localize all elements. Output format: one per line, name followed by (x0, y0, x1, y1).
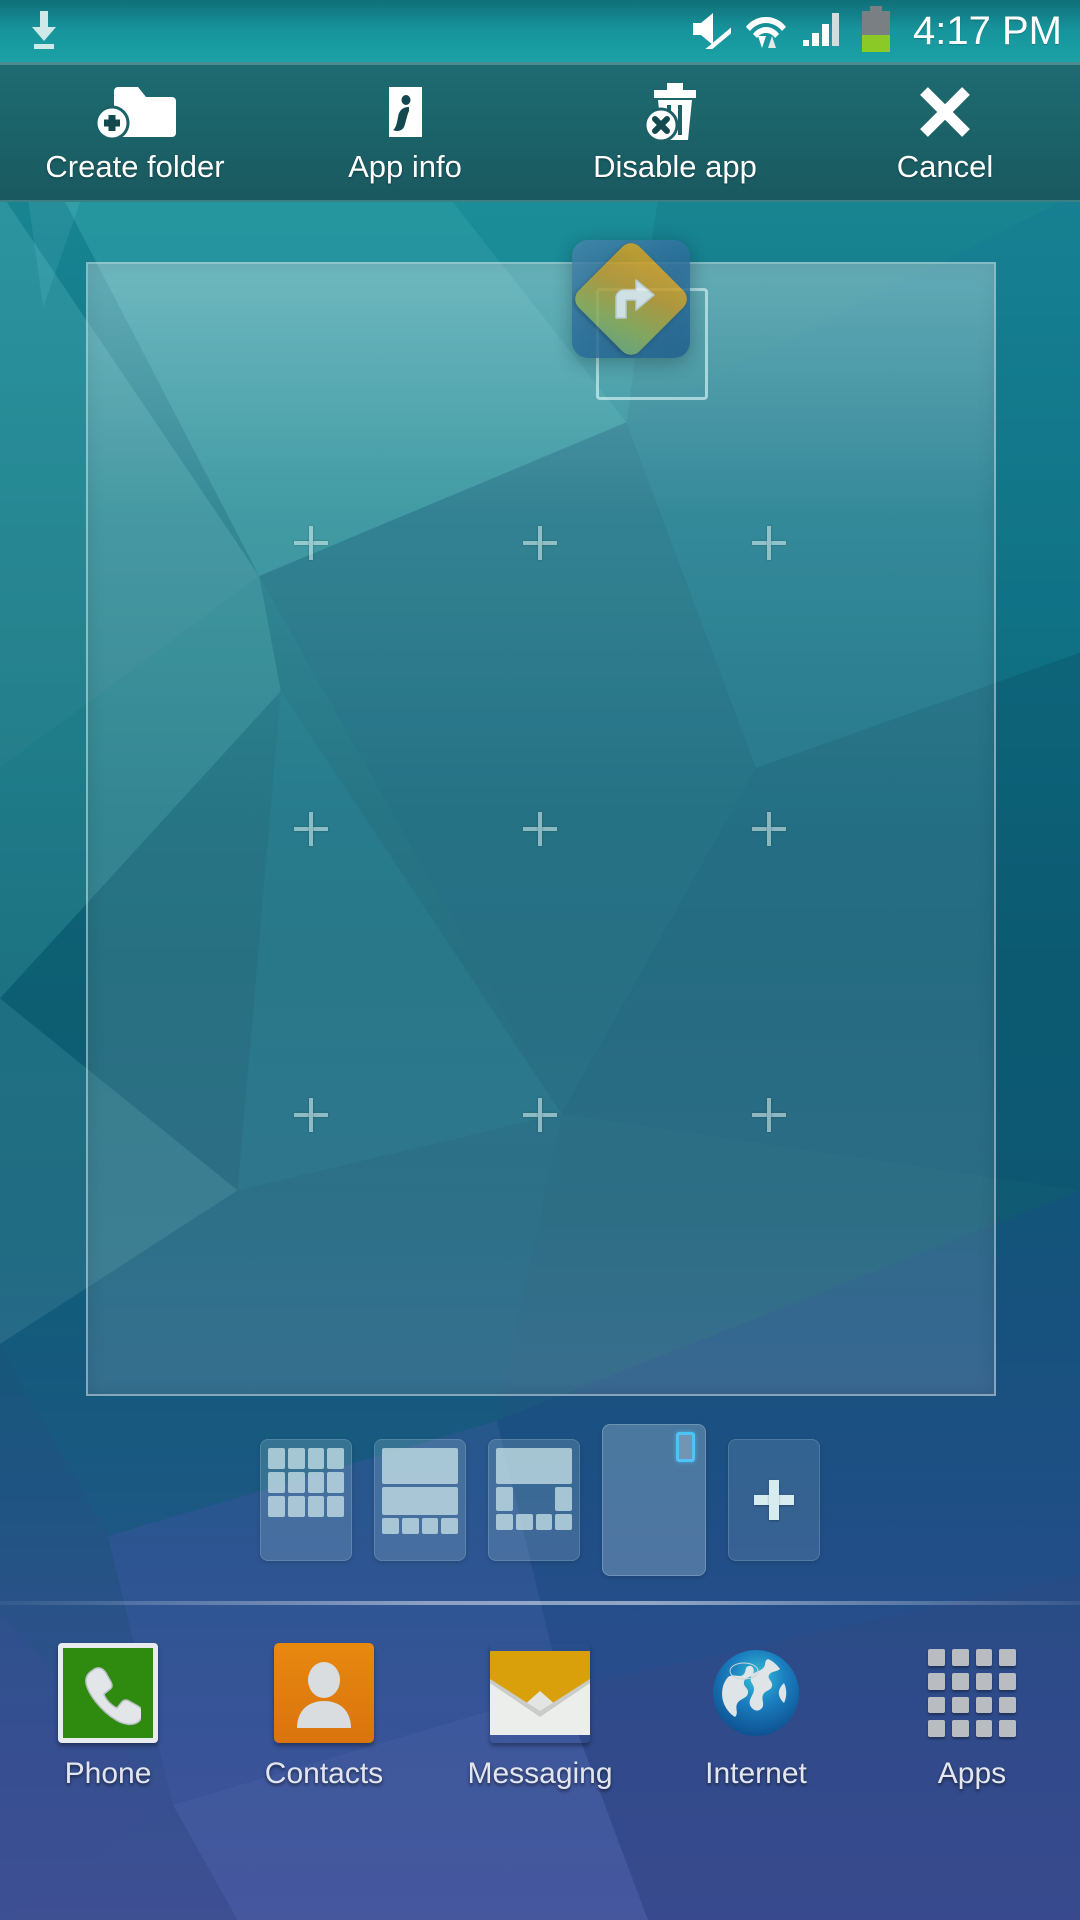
grid-marker (523, 812, 557, 846)
grid-marker (752, 812, 786, 846)
info-icon (375, 81, 435, 143)
disable-app-button[interactable]: Disable app (540, 62, 810, 200)
disable-app-label: Disable app (593, 148, 757, 184)
create-folder-button[interactable]: Create folder (0, 62, 270, 200)
battery-icon (859, 5, 893, 57)
dock-item-internet[interactable]: Internet (648, 1643, 864, 1791)
cancel-button[interactable]: Cancel (810, 62, 1080, 200)
dock-item-phone[interactable]: Phone (0, 1643, 216, 1791)
grid-marker (294, 812, 328, 846)
mute-icon (687, 9, 739, 55)
dock-label-contacts: Contacts (264, 1757, 384, 1790)
android-home-screen: 4:17 PM Create folder App info Disable a… (0, 0, 1080, 1920)
signal-icon (801, 8, 845, 55)
clock-time: 4:17 PM (913, 8, 1062, 53)
thumb-widget-large (382, 1448, 458, 1484)
dock-label-messaging: Messaging (467, 1757, 613, 1790)
close-icon (914, 81, 976, 143)
status-bar-right: 4:17 PM (687, 5, 1080, 57)
dragged-app-icon[interactable] (572, 240, 690, 358)
thumb-app-row (496, 1514, 572, 1530)
internet-globe-icon (706, 1643, 806, 1743)
page-thumbnail-strip (0, 1410, 1080, 1590)
apps-grid-icon (922, 1643, 1022, 1743)
page-thumbnail-4-active[interactable] (602, 1424, 706, 1576)
app-info-label: App info (348, 148, 462, 184)
thumb-widget-bar (382, 1487, 458, 1515)
dock-item-contacts[interactable]: Contacts (216, 1643, 432, 1791)
contacts-icon (274, 1643, 374, 1743)
grid-marker (752, 526, 786, 560)
dock-label-apps: Apps (937, 1757, 1007, 1790)
grid-marker (523, 526, 557, 560)
status-bar-left (0, 7, 62, 56)
wifi-icon (745, 8, 787, 55)
phone-icon (58, 1643, 158, 1743)
drag-action-bar: Create folder App info Disable app Cance… (0, 62, 1080, 202)
download-icon (26, 7, 62, 56)
page-thumbnail-3[interactable] (488, 1439, 580, 1561)
dock-item-messaging[interactable]: Messaging (432, 1643, 648, 1791)
trash-disable-icon (637, 81, 713, 143)
thumb-app-row-split (496, 1487, 572, 1511)
thumb-apps-grid (268, 1448, 344, 1517)
dock-item-apps[interactable]: Apps (864, 1643, 1080, 1791)
messaging-icon (490, 1643, 590, 1743)
add-page-button[interactable] (728, 1439, 820, 1561)
folder-add-icon (92, 81, 178, 143)
page-thumbnail-2[interactable] (374, 1439, 466, 1561)
grid-marker (752, 1098, 786, 1132)
grid-marker (294, 1098, 328, 1132)
status-bar[interactable]: 4:17 PM (0, 0, 1080, 62)
navigation-turn-right-icon (572, 240, 690, 358)
dock: Phone Contacts Messaging Internet Apps (0, 1605, 1080, 1920)
page-thumbnail-1[interactable] (260, 1439, 352, 1561)
plus-icon (754, 1480, 794, 1520)
dock-label-internet: Internet (705, 1757, 807, 1790)
cancel-label: Cancel (896, 148, 994, 184)
highlighted-icon-placeholder (676, 1432, 695, 1462)
dock-label-phone: Phone (64, 1757, 152, 1790)
thumb-widget-large (496, 1448, 572, 1484)
grid-marker (523, 1098, 557, 1132)
grid-marker (294, 526, 328, 560)
app-info-button[interactable]: App info (270, 62, 540, 200)
thumb-app-row (382, 1518, 458, 1534)
create-folder-label: Create folder (45, 148, 225, 184)
